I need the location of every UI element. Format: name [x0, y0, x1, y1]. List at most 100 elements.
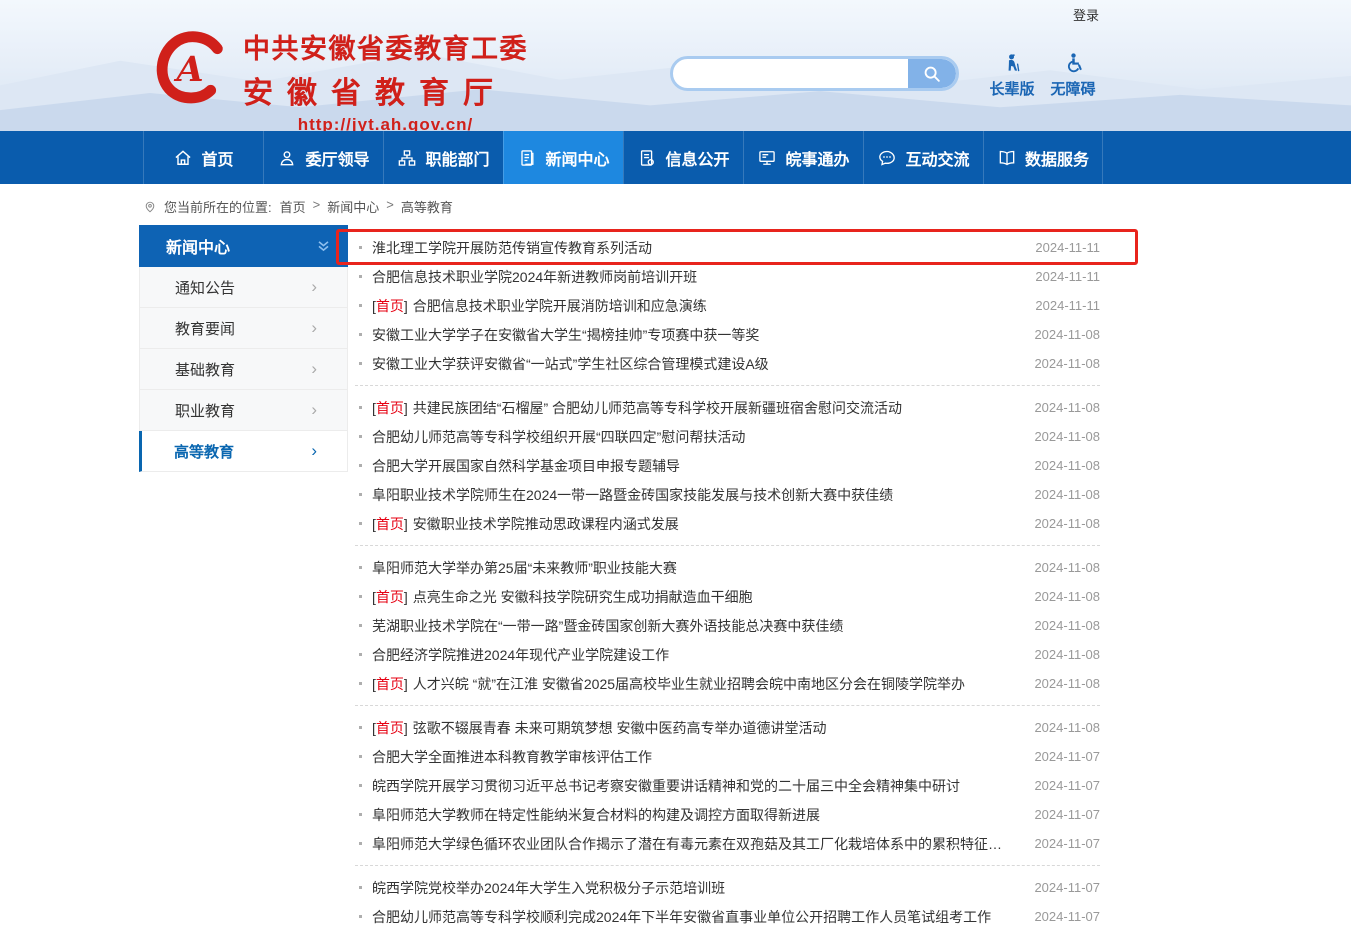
news-item[interactable]: [首页]点亮生命之光 安徽科技学院研究生成功捐献造血干细胞2024-11-08: [355, 582, 1100, 611]
bullet-dot: [359, 595, 362, 598]
news-date: 2024-11-11: [1015, 298, 1100, 313]
news-item[interactable]: 阜阳师范大学教师在特定性能纳米复合材料的构建及调控方面取得新进展2024-11-…: [355, 800, 1100, 829]
org-chart-icon: [397, 148, 417, 168]
front-page-tag: [首页]: [372, 296, 408, 316]
tag-text: 首页: [376, 298, 404, 314]
news-item[interactable]: 皖西学院党校举办2024年大学生入党积极分子示范培训班2024-11-07: [355, 873, 1100, 902]
news-title[interactable]: 人才兴皖 “就”在江淮 安徽省2025届高校毕业生就业招聘会皖中南地区分会在铜陵…: [413, 674, 965, 694]
news-date: 2024-11-08: [1014, 429, 1100, 444]
front-page-tag: [首页]: [372, 514, 408, 534]
news-title[interactable]: 点亮生命之光 安徽科技学院研究生成功捐献造血干细胞: [413, 587, 753, 607]
bullet-dot: [359, 886, 362, 889]
news-title[interactable]: 阜阳职业技术学院师生在2024一带一路暨金砖国家技能发展与技术创新大赛中获佳绩: [372, 485, 893, 505]
news-title[interactable]: 皖西学院党校举办2024年大学生入党积极分子示范培训班: [372, 878, 725, 898]
news-item[interactable]: [首页]人才兴皖 “就”在江淮 安徽省2025届高校毕业生就业招聘会皖中南地区分…: [355, 669, 1100, 698]
news-title[interactable]: 合肥大学开展国家自然科学基金项目申报专题辅导: [372, 456, 680, 476]
news-item[interactable]: 合肥经济学院推进2024年现代产业学院建设工作2024-11-08: [355, 640, 1100, 669]
news-item[interactable]: 合肥大学全面推进本科教育教学审核评估工作2024-11-07: [355, 742, 1100, 771]
bullet-dot: [359, 464, 362, 467]
news-item[interactable]: 淮北理工学院开展防范传销宣传教育系列活动2024-11-11: [355, 233, 1100, 262]
news-item[interactable]: 合肥幼儿师范高等专科学校组织开展“四联四定”慰问帮扶活动 2024-11-08: [355, 422, 1100, 451]
nav-item-2[interactable]: 职能部门: [383, 131, 503, 184]
news-title[interactable]: 阜阳师范大学教师在特定性能纳米复合材料的构建及调控方面取得新进展: [372, 805, 820, 825]
news-date: 2024-11-08: [1014, 487, 1100, 502]
news-item[interactable]: 芜湖职业技术学院在“一带一路”暨金砖国家创新大赛外语技能总决赛中获佳绩2024-…: [355, 611, 1100, 640]
bullet-dot: [359, 755, 362, 758]
news-item[interactable]: 阜阳职业技术学院师生在2024一带一路暨金砖国家技能发展与技术创新大赛中获佳绩 2…: [355, 480, 1100, 509]
news-item[interactable]: 合肥幼儿师范高等专科学校顺利完成2024年下半年安徽省直事业单位公开招聘工作人员…: [355, 902, 1100, 931]
tag-close-bracket: ]: [404, 589, 408, 605]
news-title[interactable]: 合肥信息技术职业学院2024年新进教师岗前培训开班: [372, 267, 697, 287]
breadcrumb-path: 首页>新闻中心>高等教育: [279, 197, 454, 216]
search-button[interactable]: [908, 59, 956, 88]
org-title-line1: 中共安徽省委教育工委: [243, 27, 528, 66]
news-item[interactable]: 阜阳师范大学绿色循环农业团队合作揭示了潜在有毒元素在双孢菇及其工厂化栽培体系中的…: [355, 829, 1100, 858]
news-item[interactable]: 皖西学院开展学习贯彻习近平总书记考察安徽重要讲话精神和党的二十届三中全会精神集中…: [355, 771, 1100, 800]
news-date: 2024-11-11: [1015, 269, 1100, 284]
news-title[interactable]: 合肥经济学院推进2024年现代产业学院建设工作: [372, 645, 669, 665]
breadcrumb-item-1[interactable]: 新闻中心: [327, 197, 379, 216]
news-title[interactable]: 安徽工业大学学子在安徽省大学生“揭榜挂帅”专项赛中获一等奖: [372, 325, 759, 345]
news-title[interactable]: 安徽职业技术学院推动思政课程内涵式发展: [413, 514, 679, 534]
news-title[interactable]: 皖西学院开展学习贯彻习近平总书记考察安徽重要讲话精神和党的二十届三中全会精神集中…: [372, 776, 960, 796]
news-item[interactable]: 合肥大学开展国家自然科学基金项目申报专题辅导2024-11-08: [355, 451, 1100, 480]
sidebar-item-0[interactable]: 通知公告›: [139, 267, 348, 308]
news-title[interactable]: 共建民族团结“石榴屋” 合肥幼儿师范高等专科学校开展新疆班宿舍慰问交流活动: [413, 398, 902, 418]
sidebar: 新闻中心 通知公告›教育要闻›基础教育›职业教育›高等教育›: [139, 225, 348, 472]
sidebar-item-1[interactable]: 教育要闻›: [139, 308, 348, 349]
news-item[interactable]: 安徽工业大学获评安徽省“一站式”学生社区综合管理模式建设A级2024-11-08: [355, 349, 1100, 378]
news-item[interactable]: [首页]安徽职业技术学院推动思政课程内涵式发展2024-11-08: [355, 509, 1100, 538]
front-page-tag: [首页]: [372, 674, 408, 694]
breadcrumb-item-2[interactable]: 高等教育: [401, 197, 453, 216]
nav-item-4[interactable]: 信息公开: [623, 131, 743, 184]
news-list: 淮北理工学院开展防范传销宣传教育系列活动2024-11-11合肥信息技术职业学院…: [355, 225, 1100, 938]
chevron-right-icon: ›: [311, 318, 317, 338]
news-item[interactable]: [首页]共建民族团结“石榴屋” 合肥幼儿师范高等专科学校开展新疆班宿舍慰问交流活…: [355, 393, 1100, 422]
search-input[interactable]: [673, 59, 908, 88]
sidebar-menu: 通知公告›教育要闻›基础教育›职业教育›高等教育›: [139, 267, 348, 472]
chevron-right-icon: ›: [311, 441, 317, 461]
tag-close-bracket: ]: [404, 298, 408, 314]
nav-item-3[interactable]: 新闻中心: [503, 131, 623, 184]
bullet-dot: [359, 275, 362, 278]
news-title[interactable]: 合肥幼儿师范高等专科学校组织开展“四联四定”慰问帮扶活动: [372, 427, 745, 447]
news-item[interactable]: 合肥信息技术职业学院2024年新进教师岗前培训开班 2024-11-11: [355, 262, 1100, 291]
bullet-dot: [359, 813, 362, 816]
news-title[interactable]: 芜湖职业技术学院在“一带一路”暨金砖国家创新大赛外语技能总决赛中获佳绩: [372, 616, 843, 636]
news-title[interactable]: 合肥信息技术职业学院开展消防培训和应急演练: [413, 296, 707, 316]
breadcrumb: 您当前所在的位置: 首页>新闻中心>高等教育: [143, 197, 1351, 216]
news-title[interactable]: 阜阳师范大学绿色循环农业团队合作揭示了潜在有毒元素在双孢菇及其工厂化栽培体系中的…: [372, 834, 1014, 854]
news-item[interactable]: 安徽工业大学学子在安徽省大学生“揭榜挂帅”专项赛中获一等奖2024-11-08: [355, 320, 1100, 349]
accessibility-button[interactable]: 无障碍: [1042, 49, 1104, 99]
site-logo-link[interactable]: A 中共安徽省委教育工委 安徽省教育厅 http://jyt.ah.gov.cn…: [147, 27, 528, 131]
nav-item-7[interactable]: 数据服务: [983, 131, 1103, 184]
sidebar-item-2[interactable]: 基础教育›: [139, 349, 348, 390]
sidebar-header[interactable]: 新闻中心: [139, 225, 348, 267]
nav-item-0[interactable]: 首页: [143, 131, 263, 184]
news-item[interactable]: 阜阳师范大学举办第25届“未来教师”职业技能大赛2024-11-08: [355, 553, 1100, 582]
location-pin-icon: [143, 199, 157, 214]
content-area: 新闻中心 通知公告›教育要闻›基础教育›职业教育›高等教育› 淮北理工学院开展防…: [139, 225, 1100, 938]
news-title[interactable]: 弦歌不辍展青春 未来可期筑梦想 安徽中医药高专举办道德讲堂活动: [413, 718, 827, 738]
tag-close-bracket: ]: [404, 720, 408, 736]
breadcrumb-item-0[interactable]: 首页: [280, 197, 306, 216]
elder-version-button[interactable]: 长辈版: [981, 49, 1043, 99]
bullet-dot: [359, 406, 362, 409]
nav-item-1[interactable]: 委厅领导: [263, 131, 383, 184]
news-title[interactable]: 安徽工业大学获评安徽省“一站式”学生社区综合管理模式建设A级: [372, 354, 769, 374]
nav-item-6[interactable]: 互动交流: [863, 131, 983, 184]
news-title[interactable]: 淮北理工学院开展防范传销宣传教育系列活动: [372, 238, 652, 258]
sidebar-item-3[interactable]: 职业教育›: [139, 390, 348, 431]
breadcrumb-separator: >: [386, 197, 394, 216]
news-group-4: 皖西学院党校举办2024年大学生入党积极分子示范培训班2024-11-07 合肥幼…: [355, 865, 1100, 938]
news-title[interactable]: 合肥幼儿师范高等专科学校顺利完成2024年下半年安徽省直事业单位公开招聘工作人员…: [372, 907, 991, 927]
news-title[interactable]: 合肥大学全面推进本科教育教学审核评估工作: [372, 747, 652, 767]
news-item[interactable]: [首页]弦歌不辍展青春 未来可期筑梦想 安徽中医药高专举办道德讲堂活动2024-…: [355, 713, 1100, 742]
news-title[interactable]: 阜阳师范大学举办第25届“未来教师”职业技能大赛: [372, 558, 677, 578]
login-link[interactable]: 登录: [1073, 5, 1099, 24]
front-page-tag: [首页]: [372, 587, 408, 607]
nav-item-5[interactable]: 皖事通办: [743, 131, 863, 184]
news-item[interactable]: [首页]合肥信息技术职业学院开展消防培训和应急演练 2024-11-11: [355, 291, 1100, 320]
sidebar-item-4[interactable]: 高等教育›: [139, 431, 348, 472]
monitor-icon: [757, 148, 777, 168]
